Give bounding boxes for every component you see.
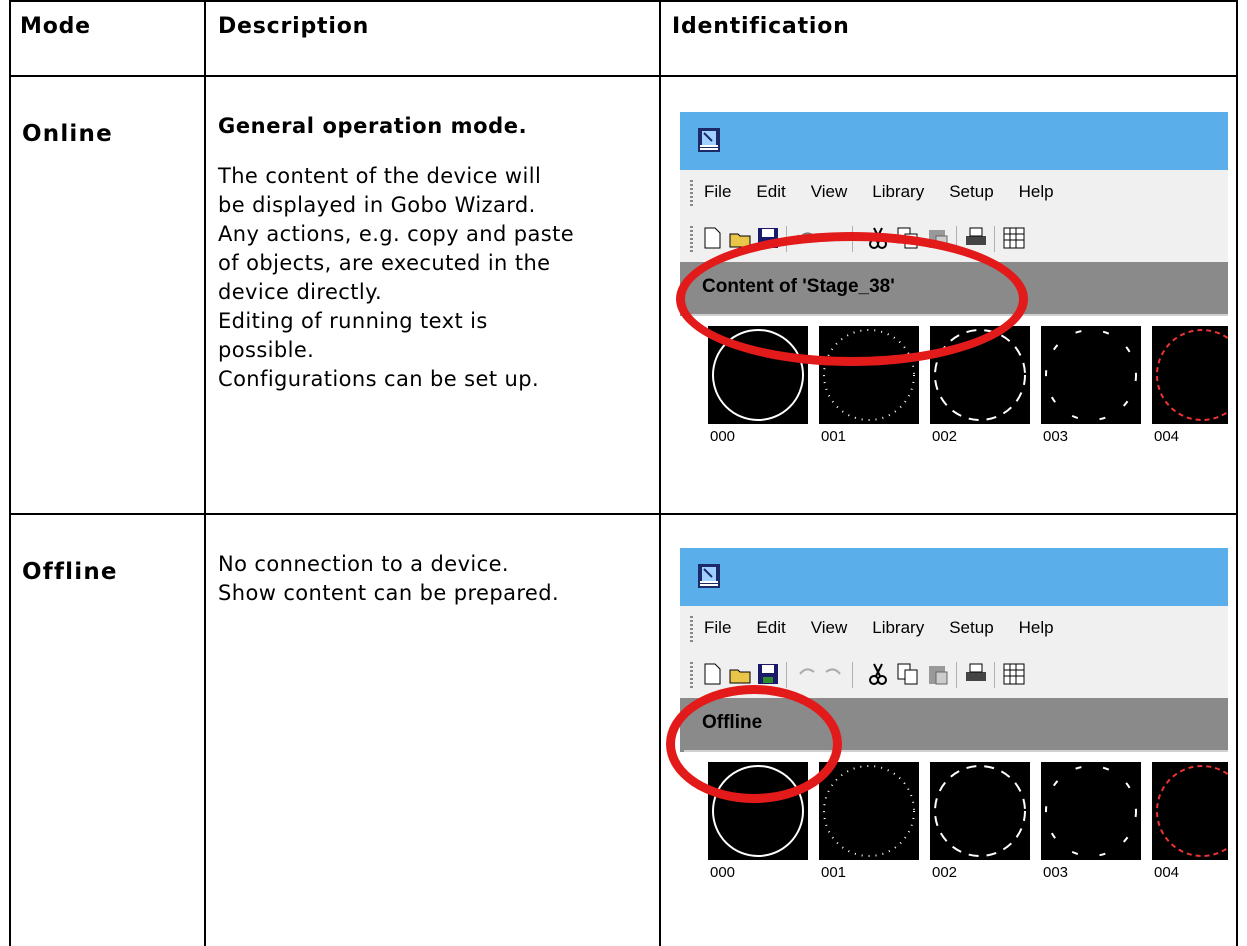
print-icon[interactable] (964, 226, 988, 250)
highlight-ring (676, 232, 1028, 366)
cut-icon[interactable] (866, 662, 890, 686)
header-divider (9, 75, 1238, 77)
grid-icon[interactable] (1002, 662, 1026, 686)
header-description: Description (218, 14, 370, 39)
new-icon[interactable] (700, 662, 724, 686)
new-icon[interactable] (700, 226, 724, 250)
online-description: The content of the device will be displa… (218, 164, 575, 391)
menu-grip[interactable] (690, 180, 693, 206)
thumbnail-label: 000 (710, 428, 736, 445)
gobo-thumbnail[interactable] (1152, 326, 1228, 424)
open-icon[interactable] (728, 662, 752, 686)
mode-table: Mode Description Identification Online G… (0, 0, 1247, 946)
menu-edit[interactable]: Edit (756, 618, 785, 638)
table-border-right (1236, 0, 1238, 946)
table-border-top (9, 0, 1238, 2)
toolbar-separator (994, 662, 995, 688)
thumbnail-label: 003 (1043, 864, 1069, 881)
gobo-thumbnail[interactable] (1041, 762, 1141, 860)
toolbar-grip[interactable] (690, 662, 693, 688)
print-icon[interactable] (964, 662, 988, 686)
toolbar-separator (852, 662, 853, 688)
menu-library[interactable]: Library (872, 182, 924, 202)
menu-file[interactable]: File (704, 618, 731, 638)
save-icon[interactable] (756, 662, 780, 686)
menu-setup[interactable]: Setup (949, 182, 993, 202)
thumbnail-label: 004 (1154, 428, 1180, 445)
gobo-thumbnail[interactable] (1152, 762, 1228, 860)
row-divider (9, 513, 1238, 515)
menu-file[interactable]: File (704, 182, 731, 202)
thumbnail-label: 002 (932, 428, 958, 445)
mode-offline: Offline (22, 559, 118, 585)
menu-help[interactable]: Help (1019, 618, 1054, 638)
table-divider-2 (659, 0, 661, 946)
header-mode: Mode (20, 14, 91, 39)
app-wizard-icon (698, 128, 720, 152)
copy-icon[interactable] (896, 662, 920, 686)
thumbnail-label: 000 (710, 864, 736, 881)
thumbnail-label: 002 (932, 864, 958, 881)
thumbnail-label: 004 (1154, 864, 1180, 881)
menu-help[interactable]: Help (1019, 182, 1054, 202)
window-titlebar (680, 112, 1228, 170)
highlight-ring (666, 685, 842, 803)
thumbnail-label: 003 (1043, 428, 1069, 445)
online-summary: General operation mode. (218, 114, 528, 138)
mode-online: Online (22, 121, 113, 147)
menu-bar: File Edit View Library Setup Help (680, 170, 1228, 216)
gobo-thumbnail[interactable] (819, 762, 919, 860)
offline-description: No connection to a device. Show content … (218, 552, 560, 605)
table-border-left (9, 0, 11, 946)
menu-view[interactable]: View (811, 618, 848, 638)
redo-icon[interactable] (822, 662, 846, 686)
menu-grip[interactable] (690, 616, 693, 642)
window-titlebar (680, 548, 1228, 606)
menu-view[interactable]: View (811, 182, 848, 202)
thumbnail-label: 001 (821, 864, 847, 881)
app-wizard-icon (698, 564, 720, 588)
header-identification: Identification (672, 14, 850, 39)
gobo-thumbnail[interactable] (930, 762, 1030, 860)
menu-library[interactable]: Library (872, 618, 924, 638)
thumbnail-label: 001 (821, 428, 847, 445)
toolbar-separator (994, 226, 995, 252)
menu-bar: File Edit View Library Setup Help (680, 606, 1228, 652)
toolbar-separator (956, 662, 957, 688)
paste-icon[interactable] (926, 662, 950, 686)
grid-icon[interactable] (1002, 226, 1026, 250)
gobo-thumbnail[interactable] (1041, 326, 1141, 424)
menu-setup[interactable]: Setup (949, 618, 993, 638)
toolbar-separator (786, 662, 787, 688)
toolbar-grip[interactable] (690, 226, 693, 252)
menu-edit[interactable]: Edit (756, 182, 785, 202)
undo-icon[interactable] (794, 662, 818, 686)
table-divider-1 (204, 0, 206, 946)
